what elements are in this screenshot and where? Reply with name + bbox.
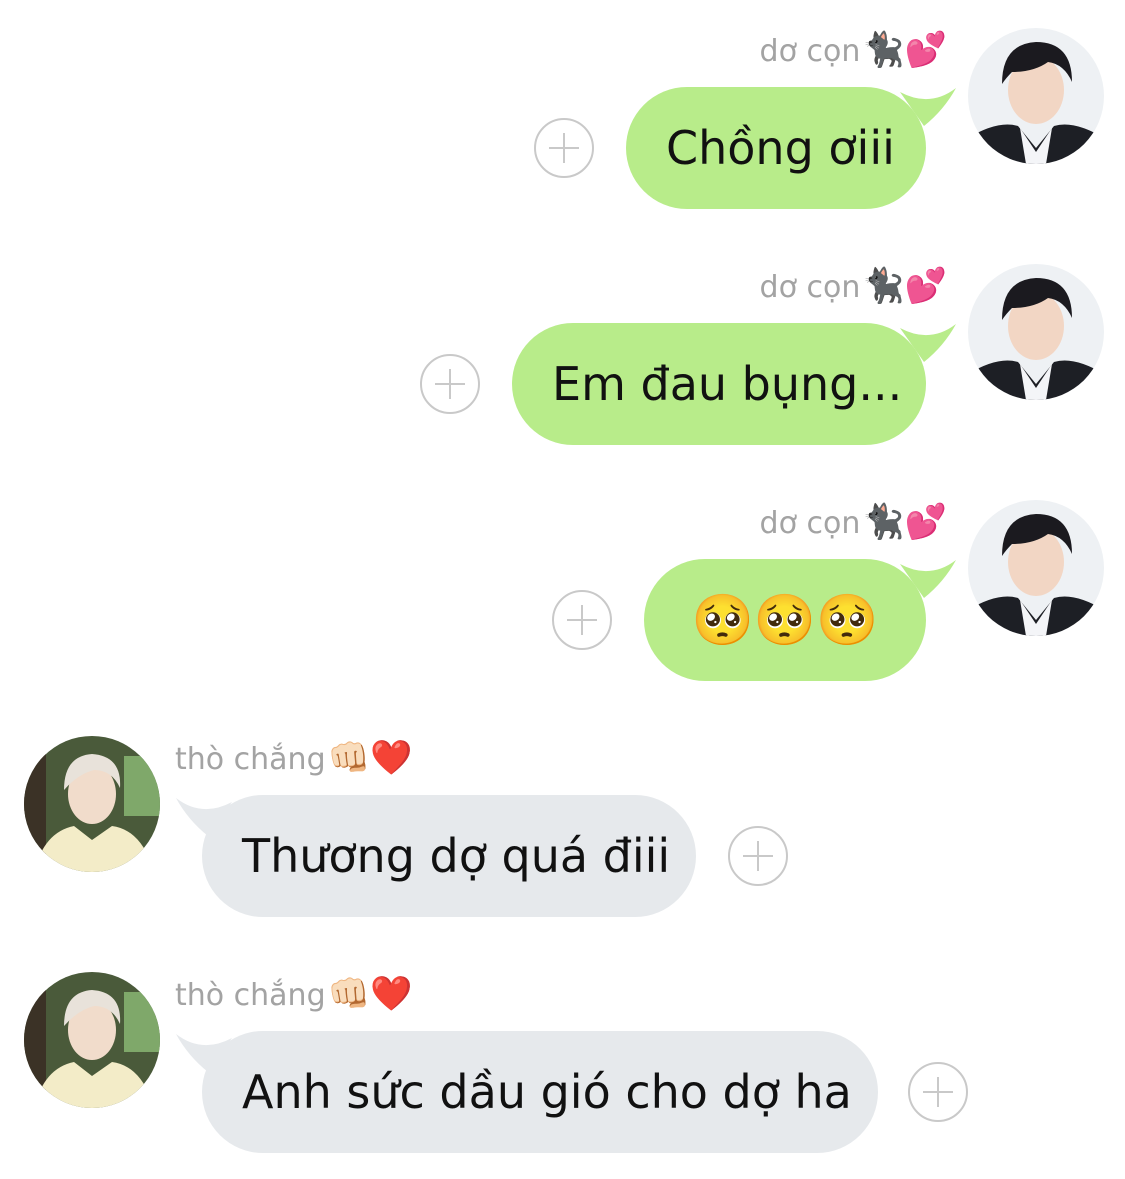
message-bubble[interactable]: 🥺🥺🥺 <box>644 559 926 681</box>
chat-message-outgoing: dơ cọn🐈‍⬛💕 Chồng ơiii <box>0 0 1125 209</box>
sender-emoji: 👊🏻❤️ <box>327 738 413 778</box>
plus-circle-icon[interactable] <box>534 118 594 178</box>
avatar[interactable] <box>968 264 1104 400</box>
chat-message-outgoing: dơ cọn🐈‍⬛💕 🥺🥺🥺 <box>0 472 1125 681</box>
avatar[interactable] <box>968 28 1104 164</box>
message-bubble[interactable]: Em đau bụng... <box>512 323 926 445</box>
sender-name: thò chắng👊🏻❤️ <box>175 974 413 1014</box>
sender-emoji: 🐈‍⬛💕 <box>862 502 947 542</box>
plus-circle-icon[interactable] <box>908 1062 968 1122</box>
chat-message-outgoing: dơ cọn🐈‍⬛💕 Em đau bụng... <box>0 236 1125 445</box>
sender-name: dơ cọn🐈‍⬛💕 <box>759 266 947 306</box>
plus-circle-icon[interactable] <box>552 590 612 650</box>
sender-emoji: 🐈‍⬛💕 <box>862 266 947 306</box>
sender-name: thò chắng👊🏻❤️ <box>175 738 413 778</box>
chat-message-incoming: thò chắng👊🏻❤️ Anh sức dầu gió cho dợ ha <box>0 944 1125 1153</box>
chat-message-incoming: thò chắng👊🏻❤️ Thương dợ quá điii <box>0 708 1125 917</box>
avatar[interactable] <box>24 972 160 1108</box>
plus-circle-icon[interactable] <box>420 354 480 414</box>
avatar[interactable] <box>24 736 160 872</box>
plus-circle-icon[interactable] <box>728 826 788 886</box>
avatar[interactable] <box>968 500 1104 636</box>
message-bubble[interactable]: Thương dợ quá điii <box>202 795 696 917</box>
sender-emoji: 🐈‍⬛💕 <box>862 30 947 70</box>
sender-emoji: 👊🏻❤️ <box>327 974 413 1014</box>
sender-name: dơ cọn🐈‍⬛💕 <box>759 502 947 542</box>
sender-name: dơ cọn🐈‍⬛💕 <box>759 30 947 70</box>
message-bubble[interactable]: Chồng ơiii <box>626 87 926 209</box>
message-bubble[interactable]: Anh sức dầu gió cho dợ ha <box>202 1031 878 1153</box>
